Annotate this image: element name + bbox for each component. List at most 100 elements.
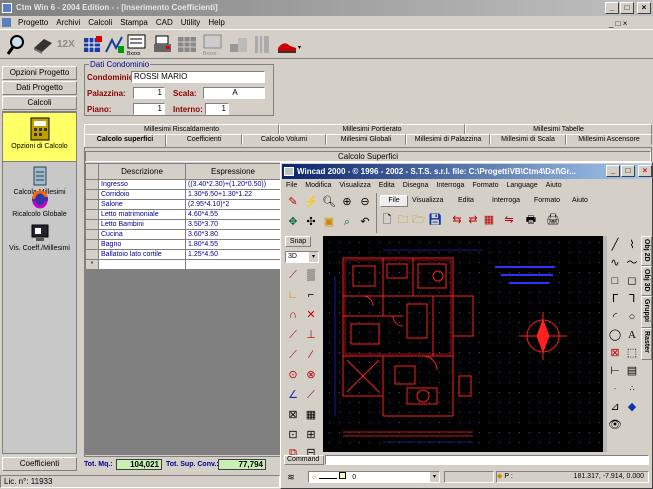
expr-cell[interactable]: 1.30*6.50+1.30*1.22 (185, 189, 281, 200)
quadrant-tool-icon[interactable]: ∕ (304, 348, 318, 362)
minimize-button[interactable]: _ (605, 2, 619, 14)
point-icon[interactable]: · (608, 382, 622, 396)
table-row[interactable]: Salone (2.95*4.10)*2 (85, 199, 281, 210)
rectangle-icon[interactable]: □ (608, 274, 622, 288)
desc-cell[interactable]: Bagno (98, 239, 186, 250)
coefficienti-button[interactable]: Coefficienti (2, 457, 77, 471)
zoom-in-icon[interactable]: ⊕ (340, 195, 354, 209)
nav-ricalcolo-globale[interactable]: Ricalcolo Globale (2, 188, 77, 224)
palazzina-field[interactable]: 1 (133, 87, 165, 99)
tab-millesimi-di-palazzina[interactable]: Millesimi di Palazzina (406, 134, 490, 145)
side-tab-obj-3d[interactable]: Obj 3D (641, 266, 652, 296)
open-file-icon[interactable]: 🗀︎ (396, 213, 410, 227)
command-input[interactable] (325, 455, 649, 465)
wand-icon[interactable]: ⚡ (304, 195, 318, 209)
table-row[interactable]: Ingresso ((3.40*2.30)+(1.20*0.50)) (85, 179, 281, 190)
spline-icon[interactable]: 〜 (625, 256, 639, 270)
polyline-icon[interactable]: ⌇ (625, 238, 639, 252)
desc-cell[interactable]: Letto Bambini (98, 219, 186, 230)
scale-12x-button[interactable]: 12X (57, 39, 75, 50)
text-tool-icon[interactable]: A (625, 328, 639, 342)
table-row[interactable]: Letto Bambini 3.50*3.70 (85, 219, 281, 230)
save-icon[interactable]: 💾︎ (428, 213, 442, 227)
zoom-out-icon[interactable]: ⊖ (358, 195, 372, 209)
eraser-icon[interactable] (32, 34, 54, 56)
expr-cell[interactable]: 3.50*3.70 (185, 219, 281, 230)
hatch-tool-icon[interactable]: ▒ (304, 268, 318, 282)
cross-tool-icon[interactable]: ✕ (304, 308, 318, 322)
table-row[interactable]: Ballatoio lato cortile 1.25*4.50 (85, 249, 281, 260)
dxf-icon[interactable]: ⇋ (502, 213, 516, 227)
ribbon-tab-aiuto[interactable]: Aiuto (572, 197, 588, 204)
expr-cell[interactable]: 4.60*4.55 (185, 209, 281, 220)
nav-vis-coeff-millesimi[interactable]: Vis. Coeff./Millesimi (2, 222, 77, 258)
table-row[interactable]: Corridoio 1.30*6.50+1.30*1.22 (85, 189, 281, 200)
circle-snap-icon[interactable]: ⊗ (304, 368, 318, 382)
side-tab-raster[interactable]: Raster (641, 328, 652, 360)
table-icon[interactable] (176, 34, 198, 56)
insert-file-icon[interactable]: 🗁︎ (412, 213, 426, 227)
layers-icon[interactable]: ≋ (284, 470, 298, 484)
menu-stampa[interactable]: Stampa (116, 16, 152, 29)
dati-progetto-button[interactable]: Dati Progetto (2, 81, 77, 95)
shoe-icon[interactable] (276, 36, 298, 58)
ribbon-tab-visualizza[interactable]: Visualizza (412, 197, 443, 204)
raster-icon[interactable]: ▦ (482, 213, 496, 227)
table-row[interactable]: Cucina 3.60*3.80 (85, 229, 281, 240)
tab-calcolo-volumi[interactable]: Calcolo Volumi (242, 134, 326, 145)
arc-icon[interactable]: ◜ (608, 310, 622, 324)
fill-icon[interactable]: ◆ (625, 400, 639, 414)
desc-cell[interactable]: Salone (98, 199, 186, 210)
print-setup-icon[interactable]: 🖨︎ (546, 213, 560, 227)
close-button[interactable]: × (637, 2, 651, 14)
tab-calcolo-superfici[interactable]: Calcolo superfici (84, 134, 166, 147)
curve-icon[interactable]: ∿ (608, 256, 622, 270)
condominio-field[interactable]: ROSSI MARIO (131, 71, 265, 83)
search-icon[interactable] (6, 34, 28, 56)
desc-cell[interactable]: Cucina (98, 229, 186, 240)
table-row[interactable]: Letto matrimoniale 4.60*4.55 (85, 209, 281, 220)
zoom-extents-icon[interactable]: ⌕ (340, 215, 354, 229)
draw-icon[interactable] (104, 34, 126, 56)
desc-cell[interactable]: Letto matrimoniale (98, 209, 186, 220)
wincad-menu-interroga[interactable]: Interroga (432, 180, 468, 192)
zoom-window-icon[interactable]: ▣ (322, 215, 336, 229)
node-tool-icon[interactable]: ⟋ (286, 328, 300, 342)
eye-icon[interactable]: 👁︎ (608, 418, 622, 432)
menu-archivi[interactable]: Archivi (52, 16, 84, 29)
block-icon[interactable]: ⬚ (625, 346, 639, 360)
print-icon[interactable] (152, 34, 174, 56)
ellipse-icon[interactable]: ○ (625, 310, 639, 324)
tab-millesimi-di-scala[interactable]: Millesimi di Scala (490, 134, 566, 145)
zoom-icon[interactable]: 🔍︎ (322, 195, 336, 209)
tab-coefficienti[interactable]: Coefficienti (166, 134, 242, 145)
expr-cell[interactable]: 3.60*3.80 (185, 229, 281, 240)
menu-cad[interactable]: CAD (152, 16, 177, 29)
leader-icon[interactable]: ⊿ (608, 400, 622, 414)
perp-tool-icon[interactable]: ⊥ (304, 328, 318, 342)
side-tab-obj-2d[interactable]: Obj 2D (641, 236, 652, 266)
expr-cell[interactable]: ((3.40*2.30)+(1.20*0.50)) (185, 179, 281, 190)
tab-millesimi-ascensore[interactable]: Millesimi Ascensore (566, 134, 652, 145)
pan-icon[interactable]: ✥ (286, 215, 300, 229)
square-icon[interactable]: ◻ (625, 274, 639, 288)
wincad-menu-language[interactable]: Language (503, 180, 542, 192)
table-row[interactable]: Bagno 1.80*4.55 (85, 239, 281, 250)
midpoint-tool-icon[interactable]: ⟋ (304, 388, 318, 402)
ribbon-tab-formato[interactable]: Formato (534, 197, 560, 204)
opzioni-progetto-button[interactable]: Opzioni Progetto (2, 66, 77, 80)
wincad-menu-visualizza[interactable]: Visualizza (335, 180, 374, 192)
room-icon[interactable]: ᒣ (625, 292, 639, 306)
scala-field[interactable]: A (203, 87, 265, 99)
import-icon[interactable]: ⇆ (450, 213, 464, 227)
menu-progetto[interactable]: Progetto (14, 16, 52, 29)
window-select-icon[interactable]: ⊞ (304, 428, 318, 442)
col-header-descrizione[interactable]: Descrizione (98, 163, 186, 180)
desc-cell[interactable]: Ingresso (98, 179, 186, 190)
point-cloud-icon[interactable]: ∴ (625, 382, 639, 396)
interno-field[interactable]: 1 (205, 103, 229, 115)
col-header-espressione[interactable]: Espressione (185, 163, 281, 180)
nav-opzioni-di-calcolo[interactable]: Opzioni di Calcolo (2, 112, 77, 162)
layer-select[interactable]: ☼ 0 ▾ (308, 471, 440, 483)
expr-cell[interactable]: (2.95*4.10)*2 (185, 199, 281, 210)
